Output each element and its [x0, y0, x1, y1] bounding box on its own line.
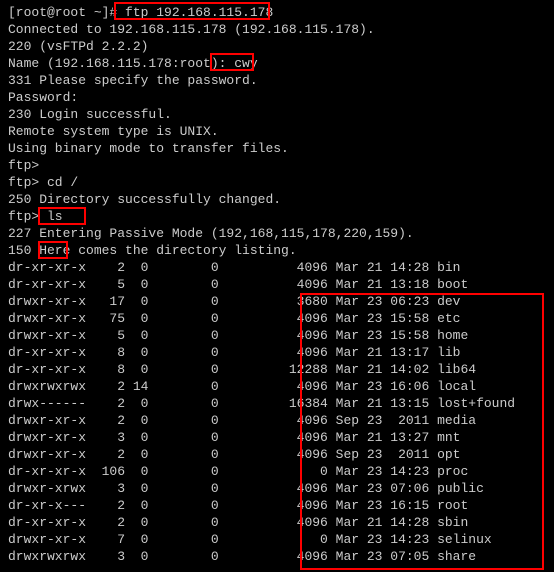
terminal-output[interactable]: [root@root ~]# ftp 192.168.115.178Connec…	[8, 4, 546, 565]
listing-row: dr-xr-xr-x 2 0 0 4096 Mar 21 14:28 bin	[8, 259, 546, 276]
terminal-line: Remote system type is UNIX.	[8, 123, 546, 140]
terminal-line: 227 Entering Passive Mode (192,168,115,1…	[8, 225, 546, 242]
listing-row: dr-xr-xr-x 106 0 0 0 Mar 23 14:23 proc	[8, 463, 546, 480]
terminal-line: 331 Please specify the password.	[8, 72, 546, 89]
listing-row: dr-xr-xr-x 2 0 0 4096 Mar 21 14:28 sbin	[8, 514, 546, 531]
listing-row: drwx------ 2 0 0 16384 Mar 21 13:15 lost…	[8, 395, 546, 412]
listing-row: drwxr-xr-x 2 0 0 4096 Sep 23 2011 media	[8, 412, 546, 429]
listing-row: drwxr-xr-x 3 0 0 4096 Mar 21 13:27 mnt	[8, 429, 546, 446]
terminal-line: 220 (vsFTPd 2.2.2)	[8, 38, 546, 55]
terminal-line: Using binary mode to transfer files.	[8, 140, 546, 157]
listing-row: drwxr-xrwx 3 0 0 4096 Mar 23 07:06 publi…	[8, 480, 546, 497]
terminal-line: 250 Directory successfully changed.	[8, 191, 546, 208]
listing-row: drwxr-xr-x 7 0 0 0 Mar 23 14:23 selinux	[8, 531, 546, 548]
cmd-cd: ftp> cd /	[8, 174, 546, 191]
listing-row: dr-xr-xr-x 8 0 0 12288 Mar 21 14:02 lib6…	[8, 361, 546, 378]
listing-row: drwxr-xr-x 75 0 0 4096 Mar 23 15:58 etc	[8, 310, 546, 327]
listing-row: dr-xr-xr-x 8 0 0 4096 Mar 21 13:17 lib	[8, 344, 546, 361]
listing-row: drwxr-xr-x 2 0 0 4096 Sep 23 2011 opt	[8, 446, 546, 463]
listing-row: drwxrwxrwx 3 0 0 4096 Mar 23 07:05 share	[8, 548, 546, 565]
cmd-ftp: [root@root ~]# ftp 192.168.115.178	[8, 4, 546, 21]
listing-row: drwxr-xr-x 5 0 0 4096 Mar 23 15:58 home	[8, 327, 546, 344]
listing-row: drwxrwxrwx 2 14 0 4096 Mar 23 16:06 loca…	[8, 378, 546, 395]
listing-row: drwxr-xr-x 17 0 0 3680 Mar 23 06:23 dev	[8, 293, 546, 310]
listing-row: dr-xr-xr-x 5 0 0 4096 Mar 21 13:18 boot	[8, 276, 546, 293]
login-name: Name (192.168.115.178:root): cwy	[8, 55, 546, 72]
listing-row: dr-xr-x--- 2 0 0 4096 Mar 23 16:15 root	[8, 497, 546, 514]
terminal-line: 150 Here comes the directory listing.	[8, 242, 546, 259]
terminal-line: Password:	[8, 89, 546, 106]
terminal-line: Connected to 192.168.115.178 (192.168.11…	[8, 21, 546, 38]
ftp-prompt: ftp>	[8, 157, 546, 174]
cmd-ls: ftp> ls	[8, 208, 546, 225]
terminal-line: 230 Login successful.	[8, 106, 546, 123]
